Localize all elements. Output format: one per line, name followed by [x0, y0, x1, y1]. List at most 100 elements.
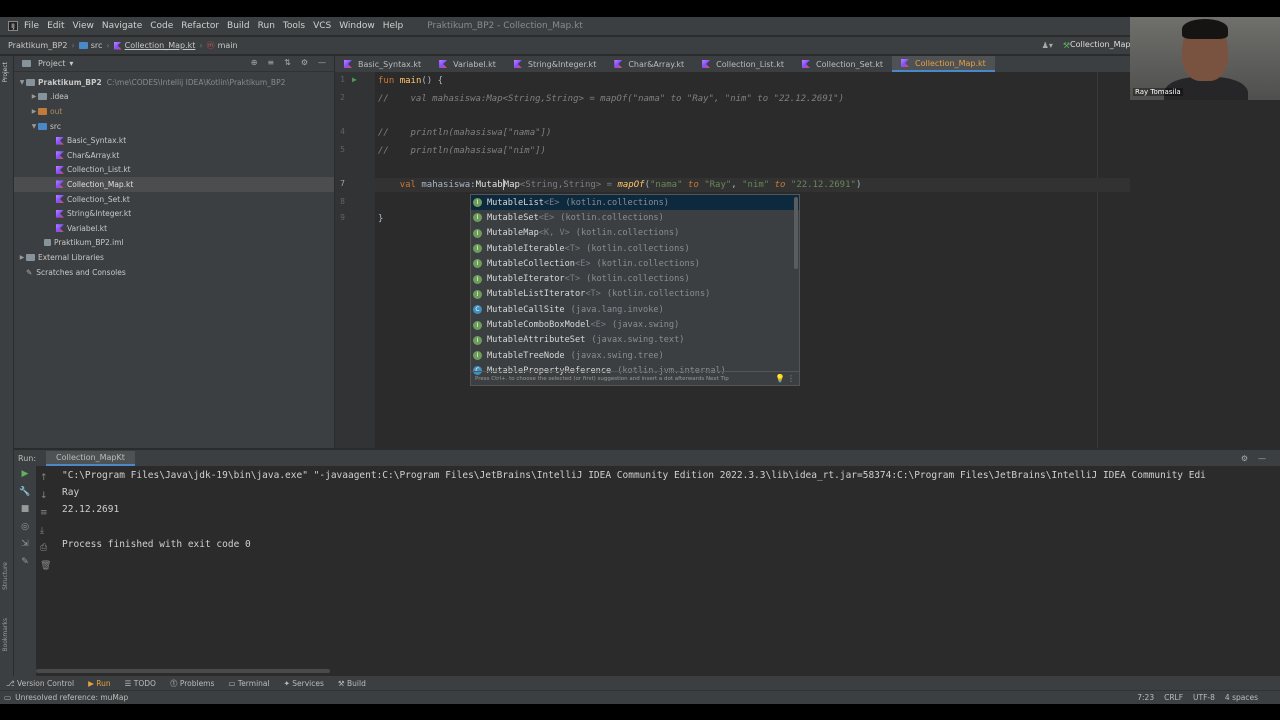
- breadcrumb-project[interactable]: Praktikum_BP2: [8, 41, 68, 50]
- tree-item-variabel[interactable]: Variabel.kt: [14, 221, 334, 236]
- tab-collection-set[interactable]: Collection_Set.kt: [793, 56, 892, 72]
- more-options-icon[interactable]: ⋮: [787, 374, 795, 383]
- up-arrow-icon[interactable]: ↑: [40, 470, 51, 488]
- completion-item[interactable]: I MutableCollection <E> (kotlin.collections…: [471, 256, 799, 271]
- tree-item-iml[interactable]: Praktikum_BP2.iml: [14, 236, 334, 251]
- soft-wrap-icon[interactable]: ≡: [40, 505, 51, 523]
- hide-icon[interactable]: —: [318, 58, 326, 67]
- project-panel-title[interactable]: Project: [38, 59, 65, 68]
- chevron-down-icon[interactable]: ▼: [18, 79, 26, 86]
- menu-tools[interactable]: Tools: [283, 21, 305, 31]
- menu-file[interactable]: File: [24, 21, 39, 31]
- tool-services[interactable]: ✦ Services: [284, 679, 324, 688]
- structure-tool-tab[interactable]: Structure: [2, 562, 9, 590]
- completion-item[interactable]: I MutableComboBoxModel <E> (javax.swing): [471, 317, 799, 332]
- completion-item[interactable]: I MutableList <E> (kotlin.collections): [471, 195, 799, 211]
- tree-item-out[interactable]: ▶ out: [14, 104, 334, 119]
- run-tab[interactable]: Collection_MapKt: [46, 450, 135, 466]
- completion-item[interactable]: I MutableMap <K, V> (kotlin.collections): [471, 226, 799, 241]
- hide-icon[interactable]: —: [1258, 454, 1266, 463]
- tree-item-collection-set[interactable]: Collection_Set.kt: [14, 192, 334, 207]
- menu-build[interactable]: Build: [227, 21, 250, 31]
- tab-collection-list[interactable]: Collection_List.kt: [693, 56, 793, 72]
- chevron-right-icon[interactable]: ▶: [30, 93, 38, 100]
- indent-setting[interactable]: 4 spaces: [1225, 693, 1258, 702]
- chevron-down-icon[interactable]: ▾: [69, 59, 73, 68]
- tool-terminal[interactable]: ▭ Terminal: [228, 679, 269, 688]
- chevron-right-icon[interactable]: ▶: [18, 254, 26, 261]
- down-arrow-icon[interactable]: ↓: [40, 488, 51, 506]
- camera-icon[interactable]: ◎: [14, 519, 36, 537]
- tab-char-array[interactable]: Char&Array.kt: [605, 56, 693, 72]
- tab-basic-syntax[interactable]: Basic_Syntax.kt: [335, 56, 430, 72]
- rerun-icon[interactable]: ▶: [14, 466, 36, 484]
- tool-version-control[interactable]: ⎇ Version Control: [6, 679, 74, 688]
- completion-item[interactable]: I MutableIterator <T> (kotlin.collections): [471, 271, 799, 286]
- caret-position[interactable]: 7:23: [1137, 693, 1154, 702]
- tree-item-basic-syntax[interactable]: Basic_Syntax.kt: [14, 133, 334, 148]
- breadcrumb-function[interactable]: main: [218, 41, 238, 50]
- completion-item[interactable]: I MutableSet <E> (kotlin.collections): [471, 210, 799, 225]
- stop-icon[interactable]: ■: [14, 501, 36, 519]
- tab-label: Collection_Map.kt: [915, 58, 986, 68]
- gear-icon[interactable]: ⚙: [301, 58, 308, 67]
- tab-string-integer[interactable]: String&Integer.kt: [505, 56, 605, 72]
- locate-icon[interactable]: ⊕: [251, 58, 258, 67]
- tree-item-scratches[interactable]: ✎ Scratches and Consoles: [14, 265, 334, 280]
- tool-run[interactable]: ▶ Run: [88, 679, 111, 688]
- wrench-icon[interactable]: 🔧: [14, 484, 36, 502]
- menu-view[interactable]: View: [73, 21, 94, 31]
- tab-collection-map[interactable]: Collection_Map.kt: [892, 56, 995, 72]
- line-separator[interactable]: CRLF: [1164, 693, 1183, 702]
- tool-build[interactable]: ⚒ Build: [338, 679, 366, 688]
- tool-todo[interactable]: ☰ TODO: [125, 679, 156, 688]
- tree-root[interactable]: ▼ Praktikum_BP2 C:\me\CODES\Intellij IDE…: [14, 75, 334, 90]
- gear-icon[interactable]: ⚙: [1241, 454, 1248, 463]
- hammer-icon[interactable]: ⚒: [1063, 41, 1070, 50]
- tool-problems[interactable]: ⓵ Problems: [170, 678, 214, 689]
- pin-icon[interactable]: ✎: [14, 554, 36, 572]
- chevron-right-icon[interactable]: ▶: [30, 108, 38, 115]
- export-icon[interactable]: ⇲: [14, 536, 36, 554]
- project-tool-tab[interactable]: Project: [2, 62, 9, 83]
- completion-item[interactable]: I MutableIterable <T> (kotlin.collections): [471, 241, 799, 256]
- run-config-selector[interactable]: Collection_MapKt: [1070, 40, 1139, 49]
- status-message[interactable]: Unresolved reference: muMap: [15, 693, 128, 702]
- scroll-to-end-icon[interactable]: ⤓: [40, 523, 51, 541]
- menu-window[interactable]: Window: [339, 21, 375, 31]
- bookmarks-tool-tab[interactable]: Bookmarks: [2, 618, 9, 652]
- tree-item-char-array[interactable]: Char&Array.kt: [14, 148, 334, 163]
- completion-item[interactable]: I MutableTreeNode (javax.swing.tree): [471, 348, 799, 363]
- collapse-all-icon[interactable]: ⇅: [284, 58, 291, 67]
- menu-navigate[interactable]: Navigate: [102, 21, 142, 31]
- tree-item-external-libraries[interactable]: ▶ External Libraries: [14, 250, 334, 265]
- completion-item[interactable]: C MutableCallSite (java.lang.invoke): [471, 302, 799, 317]
- menu-vcs[interactable]: VCS: [313, 21, 331, 31]
- tree-item-collection-list[interactable]: Collection_List.kt: [14, 163, 334, 178]
- tree-item-string-integer[interactable]: String&Integer.kt: [14, 206, 334, 221]
- popup-scrollbar[interactable]: [794, 197, 798, 269]
- expand-all-icon[interactable]: ≡: [267, 58, 274, 67]
- breadcrumb-file[interactable]: Collection_Map.kt: [125, 41, 196, 50]
- tree-item-collection-map[interactable]: Collection_Map.kt: [14, 177, 334, 192]
- chevron-down-icon[interactable]: ▼: [30, 123, 38, 130]
- user-icon[interactable]: ♟▾: [1042, 41, 1053, 50]
- completion-item[interactable]: I MutableListIterator <T> (kotlin.collectio…: [471, 287, 799, 302]
- trash-icon[interactable]: 🗑: [40, 558, 51, 576]
- menu-refactor[interactable]: Refactor: [181, 21, 219, 31]
- tree-item-src[interactable]: ▼ src: [14, 119, 334, 134]
- horizontal-scrollbar[interactable]: [36, 669, 330, 673]
- file-encoding[interactable]: UTF-8: [1193, 693, 1215, 702]
- completion-item[interactable]: I MutableAttributeSet (javax.swing.text): [471, 333, 799, 348]
- breadcrumb-folder[interactable]: src: [91, 41, 103, 50]
- run-gutter-icon[interactable]: ▶: [352, 75, 357, 84]
- lightbulb-icon[interactable]: 💡: [775, 374, 785, 383]
- menu-run[interactable]: Run: [258, 21, 275, 31]
- menu-edit[interactable]: Edit: [47, 21, 64, 31]
- menu-help[interactable]: Help: [383, 21, 404, 31]
- menu-code[interactable]: Code: [150, 21, 173, 31]
- tree-item-idea[interactable]: ▶ .idea: [14, 90, 334, 105]
- print-icon[interactable]: ⎙: [40, 540, 51, 558]
- tab-variabel[interactable]: Variabel.kt: [430, 56, 505, 72]
- console-output[interactable]: ↑ ↓ ≡ ⤓ ⎙ 🗑 "C:\Program Files\Java\jdk-1…: [36, 466, 1280, 676]
